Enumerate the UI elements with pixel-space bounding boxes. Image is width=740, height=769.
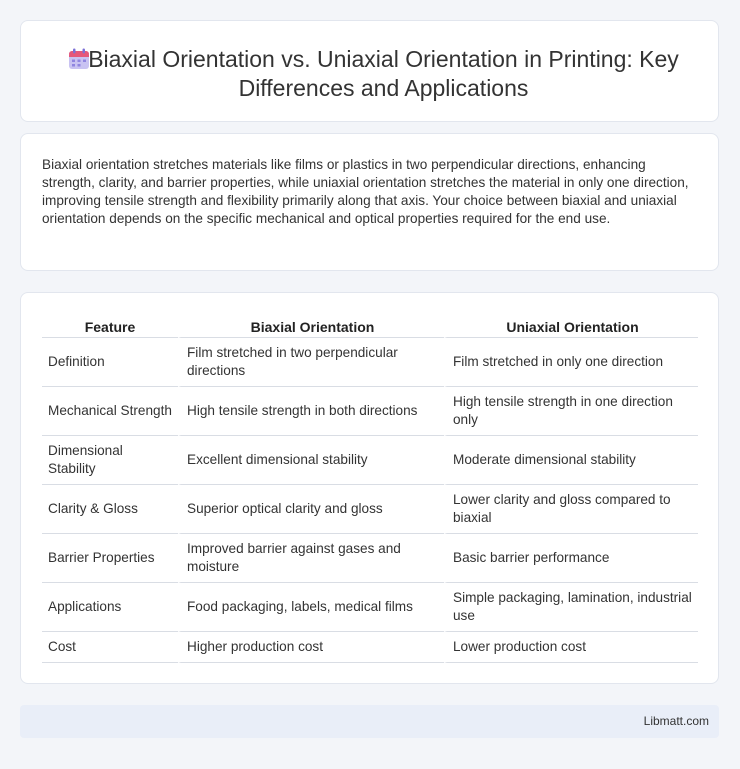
table-row: Mechanical Strength High tensile strengt… (42, 387, 698, 436)
cell-uniaxial: Film stretched in only one direction (444, 338, 698, 387)
cell-biaxial: High tensile strength in both directions (178, 387, 444, 436)
table-row: Definition Film stretched in two perpend… (42, 338, 698, 387)
table-row: Dimensional Stability Excellent dimensio… (42, 436, 698, 485)
cell-biaxial: Food packaging, labels, medical films (178, 583, 444, 632)
intro-card: Biaxial orientation stretches materials … (20, 133, 719, 271)
footer-site-link[interactable]: Libmatt.com (644, 714, 709, 728)
cell-uniaxial: Basic barrier performance (444, 534, 698, 583)
cell-biaxial: Excellent dimensional stability (178, 436, 444, 485)
cell-biaxial: Higher production cost (178, 632, 444, 663)
cell-uniaxial: High tensile strength in one direction o… (444, 387, 698, 436)
cell-biaxial: Improved barrier against gases and moist… (178, 534, 444, 583)
cell-biaxial: Superior optical clarity and gloss (178, 485, 444, 534)
header-feature: Feature (42, 316, 178, 338)
header-biaxial: Biaxial Orientation (178, 316, 444, 338)
table-row: Applications Food packaging, labels, med… (42, 583, 698, 632)
cell-uniaxial: Lower production cost (444, 632, 698, 663)
comparison-table: Feature Biaxial Orientation Uniaxial Ori… (42, 316, 698, 663)
cell-uniaxial: Lower clarity and gloss compared to biax… (444, 485, 698, 534)
cell-biaxial: Film stretched in two perpendicular dire… (178, 338, 444, 387)
page-title: Biaxial Orientation vs. Uniaxial Orienta… (88, 46, 679, 101)
title-wrap: Biaxial Orientation vs. Uniaxial Orienta… (21, 45, 718, 103)
table-row: Barrier Properties Improved barrier agai… (42, 534, 698, 583)
cell-feature: Mechanical Strength (42, 387, 178, 436)
table-row: Clarity & Gloss Superior optical clarity… (42, 485, 698, 534)
cell-feature: Dimensional Stability (42, 436, 178, 485)
title-card: Biaxial Orientation vs. Uniaxial Orienta… (20, 20, 719, 122)
cell-uniaxial: Moderate dimensional stability (444, 436, 698, 485)
cell-feature: Applications (42, 583, 178, 632)
cell-feature: Definition (42, 338, 178, 387)
comparison-card: Feature Biaxial Orientation Uniaxial Ori… (20, 292, 719, 684)
table-row: Cost Higher production cost Lower produc… (42, 632, 698, 663)
cell-feature: Clarity & Gloss (42, 485, 178, 534)
cell-uniaxial: Simple packaging, lamination, industrial… (444, 583, 698, 632)
intro-paragraph: Biaxial orientation stretches materials … (42, 157, 689, 226)
footer-bar: Libmatt.com (20, 705, 719, 738)
cell-feature: Cost (42, 632, 178, 663)
header-uniaxial: Uniaxial Orientation (444, 316, 698, 338)
calendar-icon (69, 48, 89, 69)
cell-feature: Barrier Properties (42, 534, 178, 583)
table-header-row: Feature Biaxial Orientation Uniaxial Ori… (42, 316, 698, 338)
